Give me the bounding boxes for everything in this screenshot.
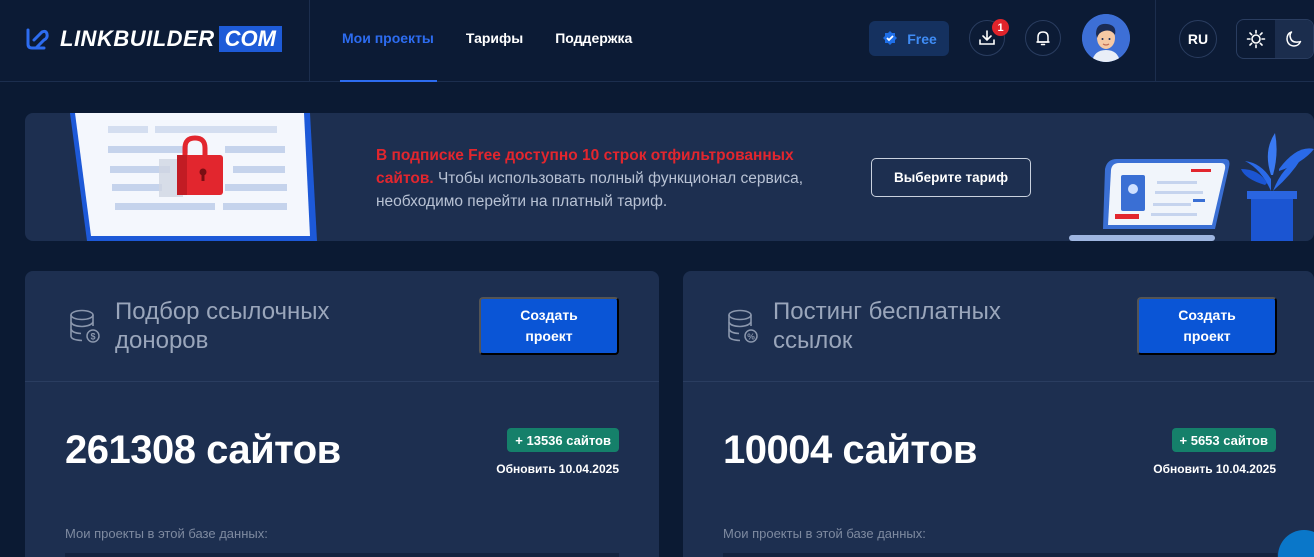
nav-item-support[interactable]: Поддержка: [555, 30, 632, 46]
upgrade-banner: В подписке Free доступно 10 строк отфиль…: [25, 113, 1314, 241]
card-link-donors: $ Подбор ссылочных доноров Создать проек…: [25, 271, 659, 557]
update-date: Обновить 10.04.2025: [496, 462, 619, 476]
light-theme-button[interactable]: [1237, 20, 1275, 58]
main-nav: Мои проекты Тарифы Поддержка: [342, 30, 632, 46]
language-switcher[interactable]: RU: [1179, 20, 1217, 58]
card-free-link-posting: % Постинг бесплатных ссылок Создать прое…: [683, 271, 1314, 557]
card-header: % Постинг бесплатных ссылок Создать прое…: [683, 271, 1314, 382]
projects-list: [723, 553, 1277, 557]
sites-count: 10004 сайтов: [723, 428, 978, 472]
choose-tariff-button[interactable]: Выберите тариф: [871, 158, 1031, 197]
verified-icon: [883, 30, 898, 45]
plan-badge[interactable]: Free: [869, 21, 949, 56]
sun-icon: [1246, 29, 1266, 49]
card-title: Постинг бесплатных ссылок: [773, 298, 1001, 354]
nav-active-indicator: [340, 80, 437, 82]
logo[interactable]: LINKBUILDER COM: [24, 24, 282, 54]
downloads-count-badge: 1: [992, 19, 1009, 36]
sites-delta-badge: + 13536 сайтов: [507, 428, 619, 452]
nav-item-tariffs[interactable]: Тарифы: [466, 30, 523, 46]
theme-toggle[interactable]: [1236, 19, 1314, 59]
banner-message: В подписке Free доступно 10 строк отфиль…: [376, 144, 836, 213]
moon-icon: [1286, 31, 1302, 47]
header-divider: [309, 0, 310, 82]
top-header: LINKBUILDER COM Мои проекты Тарифы Подде…: [0, 0, 1314, 82]
sites-count: 261308 сайтов: [65, 428, 341, 472]
projects-in-db-label: Мои проекты в этой базе данных:: [65, 526, 268, 541]
dark-theme-button[interactable]: [1275, 20, 1313, 58]
banner-body: Чтобы использовать полный функционал сер…: [376, 170, 804, 210]
create-project-button[interactable]: Создать проект: [479, 297, 619, 355]
database-dollar-icon: $: [70, 309, 100, 343]
bell-icon: [1036, 31, 1050, 46]
header-divider: [1155, 0, 1156, 82]
card-title: Подбор ссылочных доноров: [115, 298, 330, 354]
projects-in-db-label: Мои проекты в этой базе данных:: [723, 526, 926, 541]
database-percent-icon: %: [728, 309, 758, 343]
logo-text: LINKBUILDER: [60, 26, 215, 51]
svg-text:%: %: [747, 332, 755, 342]
update-date: Обновить 10.04.2025: [1153, 462, 1276, 476]
laptop-plant-illustration: [1069, 133, 1314, 241]
avatar-icon: [1082, 14, 1130, 62]
nav-item-my-projects[interactable]: Мои проекты: [342, 30, 434, 46]
svg-text:$: $: [90, 332, 95, 342]
notifications-button[interactable]: [1025, 20, 1061, 56]
logo-suffix: COM: [218, 26, 282, 52]
projects-list: [65, 553, 619, 557]
create-project-button[interactable]: Создать проект: [1137, 297, 1277, 355]
card-header: $ Подбор ссылочных доноров Создать проек…: [25, 271, 659, 382]
logo-icon: [26, 28, 49, 50]
sites-delta-badge: + 5653 сайтов: [1171, 428, 1276, 452]
locked-document-illustration: [70, 113, 317, 241]
user-avatar[interactable]: [1082, 14, 1130, 62]
plan-label: Free: [907, 30, 937, 47]
